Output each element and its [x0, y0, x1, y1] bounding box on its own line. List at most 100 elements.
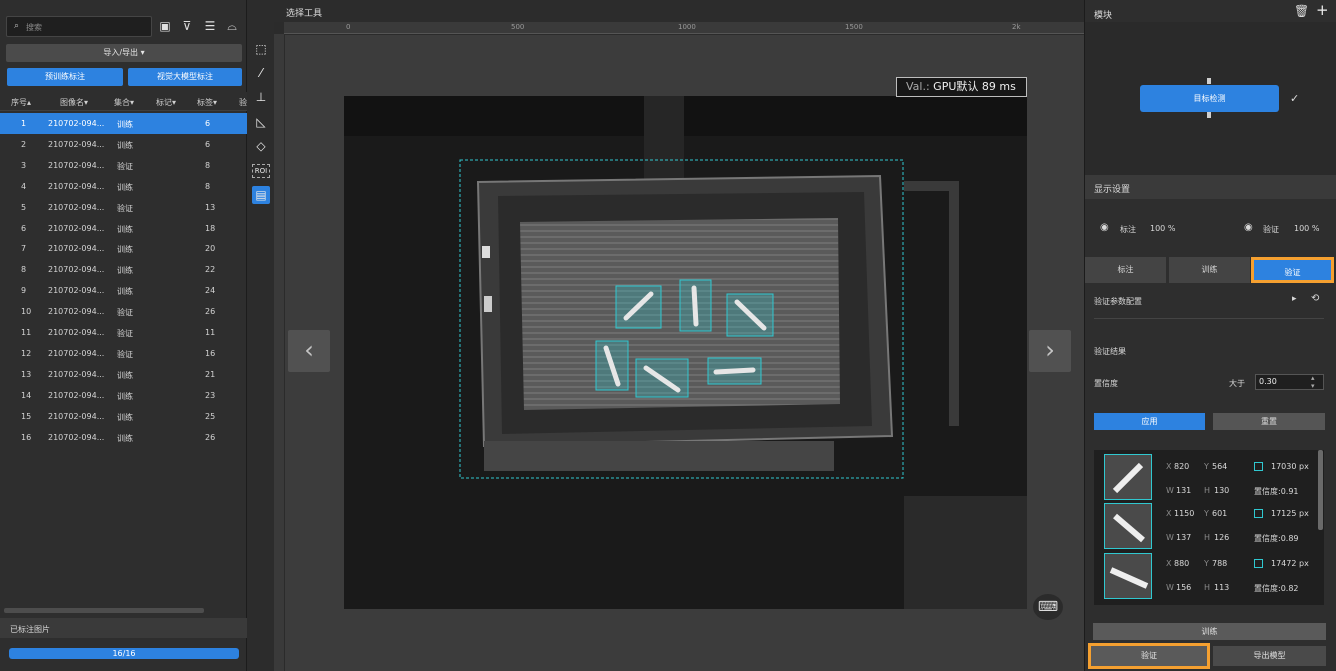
- labeled-progress-bar: 16/16: [9, 648, 239, 659]
- table-row[interactable]: 8 210702-094... 训练 22: [0, 259, 247, 280]
- tab-train[interactable]: 训练: [1169, 257, 1250, 283]
- col-header-name[interactable]: 图像名▾: [60, 97, 88, 108]
- table-row[interactable]: 5 210702-094... 验证 13: [0, 197, 247, 218]
- reset-button[interactable]: 重置: [1213, 413, 1325, 430]
- cell-idx: 15: [21, 411, 32, 421]
- cell-idx: 2: [21, 139, 27, 149]
- cell-label: 25: [205, 411, 216, 421]
- camera-icon[interactable]: ⌓: [224, 18, 240, 34]
- table-row[interactable]: 6 210702-094... 训练 18: [0, 218, 247, 239]
- table-row[interactable]: 15 210702-094... 训练 25: [0, 406, 247, 427]
- cell-set: 训练: [117, 412, 133, 422]
- cell-set: 验证: [117, 203, 133, 213]
- eye-icon[interactable]: ◉: [1100, 222, 1109, 233]
- table-row[interactable]: 3 210702-094... 验证 8: [0, 155, 247, 176]
- check-icon: ✓: [1290, 92, 1300, 105]
- table-row[interactable]: 10 210702-094... 验证 26: [0, 301, 247, 322]
- table-row[interactable]: 13 210702-094... 训练 21: [0, 364, 247, 385]
- verify-visibility-label: 验证: [1263, 225, 1279, 234]
- image-settings-icon[interactable]: ▣: [157, 18, 173, 34]
- cell-idx: 5: [21, 202, 27, 212]
- col-header-label[interactable]: 标签▾: [197, 97, 217, 108]
- polygon-tool-icon[interactable]: ◺: [252, 113, 270, 131]
- area-icon: [1254, 559, 1263, 568]
- cell-set: 训练: [117, 140, 133, 150]
- magic-wand-icon[interactable]: ⁄: [252, 64, 270, 82]
- stepper-icon[interactable]: ▴ ▾: [1311, 374, 1315, 390]
- cell-set: 训练: [117, 370, 133, 380]
- col-header-verify[interactable]: 验: [239, 97, 247, 108]
- col-header-mark[interactable]: 标记▾: [156, 97, 176, 108]
- filter-icon[interactable]: ⊽: [179, 18, 195, 34]
- divider: [1094, 318, 1324, 319]
- vision-model-annotate-button[interactable]: 视觉大模型标注: [128, 68, 242, 86]
- tab-verify[interactable]: 验证: [1251, 257, 1334, 283]
- cell-idx: 3: [21, 160, 27, 170]
- prev-image-button[interactable]: ‹: [288, 330, 330, 372]
- next-image-button[interactable]: ›: [1029, 330, 1071, 372]
- cell-label: 16: [205, 348, 216, 358]
- cell-label: 18: [205, 223, 216, 233]
- cell-idx: 9: [21, 286, 27, 296]
- area-icon: [1254, 462, 1263, 471]
- results-scrollbar[interactable]: [1318, 450, 1323, 530]
- table-row[interactable]: 9 210702-094... 训练 24: [0, 280, 247, 301]
- cell-name: 210702-094...: [48, 160, 105, 170]
- table-row[interactable]: 14 210702-094... 训练 23: [0, 385, 247, 406]
- roi-tool[interactable]: ROI: [252, 164, 270, 178]
- result-area: 17030 px: [1271, 462, 1309, 471]
- col-header-index[interactable]: 序号▴: [11, 97, 31, 108]
- search-placeholder: 搜索: [26, 23, 42, 32]
- select-tool-icon[interactable]: ▤: [252, 186, 270, 204]
- trash-icon[interactable]: 🗑: [1294, 4, 1309, 18]
- table-row[interactable]: 12 210702-094... 验证 16: [0, 343, 247, 364]
- tab-annotate[interactable]: 标注: [1085, 257, 1166, 283]
- result-item[interactable]: X 880 Y 788 W 156 H 113 17472 px 置信度:0.82: [1094, 551, 1319, 601]
- result-item[interactable]: X 820 Y 564 W 131 H 130 17030 px 置信度:0.91: [1094, 452, 1319, 502]
- cell-label: 20: [205, 244, 216, 254]
- cell-label: 8: [205, 181, 211, 191]
- import-export-button[interactable]: 导入/导出 ▾: [6, 44, 242, 62]
- pretrain-annotate-button[interactable]: 预训练标注: [7, 68, 123, 86]
- cell-idx: 6: [21, 223, 27, 233]
- col-header-set[interactable]: 集合▾: [114, 97, 134, 108]
- cell-set: 验证: [117, 329, 133, 338]
- history-icon[interactable]: ⟲: [1311, 293, 1319, 304]
- cell-label: 26: [205, 307, 216, 317]
- table-row[interactable]: 2 210702-094... 训练 6: [0, 134, 247, 155]
- cell-name: 210702-094...: [48, 307, 105, 317]
- cell-idx: 13: [21, 369, 32, 379]
- table-row[interactable]: 11 210702-094... 验证 11: [0, 322, 247, 343]
- play-icon[interactable]: ▸: [1292, 294, 1297, 304]
- table-row[interactable]: 7 210702-094... 训练 20: [0, 238, 247, 259]
- verify-params-label: 验证参数配置: [1094, 297, 1142, 306]
- confidence-label: 置信度: [1094, 379, 1118, 388]
- labeled-images-header: 已标注图片: [0, 618, 247, 638]
- horizontal-scrollbar[interactable]: [4, 608, 204, 613]
- table-row[interactable]: 1 210702-094... 训练 6: [0, 113, 247, 134]
- result-w: 137: [1176, 533, 1192, 542]
- result-w: 131: [1176, 486, 1192, 495]
- cell-name: 210702-094...: [48, 328, 105, 337]
- annotation-opacity: 100 %: [1150, 224, 1176, 233]
- table-row[interactable]: 4 210702-094... 训练 8: [0, 176, 247, 197]
- keyboard-icon[interactable]: ⌨: [1033, 594, 1063, 620]
- eye-icon[interactable]: ◉: [1244, 222, 1253, 233]
- apply-button[interactable]: 应用: [1094, 413, 1205, 430]
- inspection-image[interactable]: [344, 96, 1027, 609]
- search-input[interactable]: ⌕ 搜索: [6, 16, 152, 37]
- rectangle-tool-icon[interactable]: ⬚: [252, 40, 270, 58]
- output-port: [1207, 112, 1211, 118]
- stamp-tool-icon[interactable]: ⊥: [252, 88, 270, 106]
- add-icon[interactable]: +: [1316, 1, 1329, 19]
- object-detection-module[interactable]: 目标检测: [1140, 85, 1279, 112]
- result-item[interactable]: X 1150 Y 601 W 137 H 126 17125 px 置信度:0.89: [1094, 501, 1319, 551]
- export-model-button[interactable]: 导出模型: [1213, 646, 1326, 666]
- eraser-tool-icon[interactable]: ◇: [252, 137, 270, 155]
- list-icon[interactable]: ☰: [202, 18, 218, 34]
- result-x: 1150: [1174, 509, 1195, 518]
- verify-button[interactable]: 验证: [1088, 643, 1210, 669]
- train-button[interactable]: 训练: [1093, 623, 1326, 640]
- table-row[interactable]: 16 210702-094... 训练 26: [0, 427, 247, 448]
- cell-label: 11: [205, 328, 216, 337]
